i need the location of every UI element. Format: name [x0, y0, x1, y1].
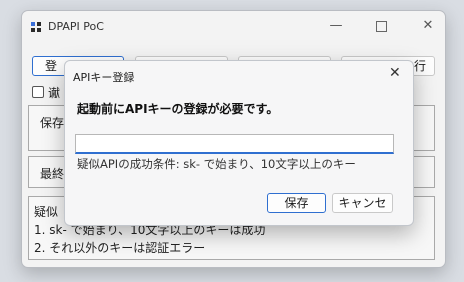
- info-line: 2. それ以外のキーは認証エラー: [34, 241, 206, 255]
- maximize-icon[interactable]: [373, 19, 389, 33]
- window-title: DPAPI PoC: [48, 20, 104, 33]
- dialog-hint: 疑似APIの成功条件: sk- で始まり、10文字以上のキー: [77, 157, 356, 171]
- api-key-input[interactable]: [75, 134, 394, 154]
- dialog-heading: 起動前にAPIキーの登録が必要です。: [77, 102, 279, 116]
- minimize-icon[interactable]: —: [328, 19, 344, 33]
- api-key-dialog: APIキー登録 ✕ 起動前にAPIキーの登録が必要です。 疑似APIの成功条件:…: [64, 60, 414, 226]
- latest-label: 最終: [40, 167, 65, 181]
- option-checkbox[interactable]: [32, 86, 44, 98]
- cancel-button[interactable]: キャンセ: [332, 193, 393, 213]
- save-group-label: 保存: [40, 116, 65, 130]
- dialog-title: APIキー登録: [73, 71, 135, 84]
- save-button[interactable]: 保存: [267, 193, 326, 213]
- dialog-close-icon[interactable]: ✕: [389, 65, 401, 81]
- title-bar[interactable]: DPAPI PoC — ✕: [22, 11, 445, 43]
- info-line: 疑似: [34, 205, 59, 219]
- run-button-label: 行: [413, 59, 426, 73]
- cancel-button-label: キャンセ: [338, 196, 387, 210]
- option-checkbox-label: 谳: [48, 86, 61, 100]
- register-button-label: 登: [45, 59, 58, 73]
- save-button-label: 保存: [284, 196, 309, 210]
- close-icon[interactable]: ✕: [420, 19, 436, 33]
- app-icon: [31, 22, 41, 32]
